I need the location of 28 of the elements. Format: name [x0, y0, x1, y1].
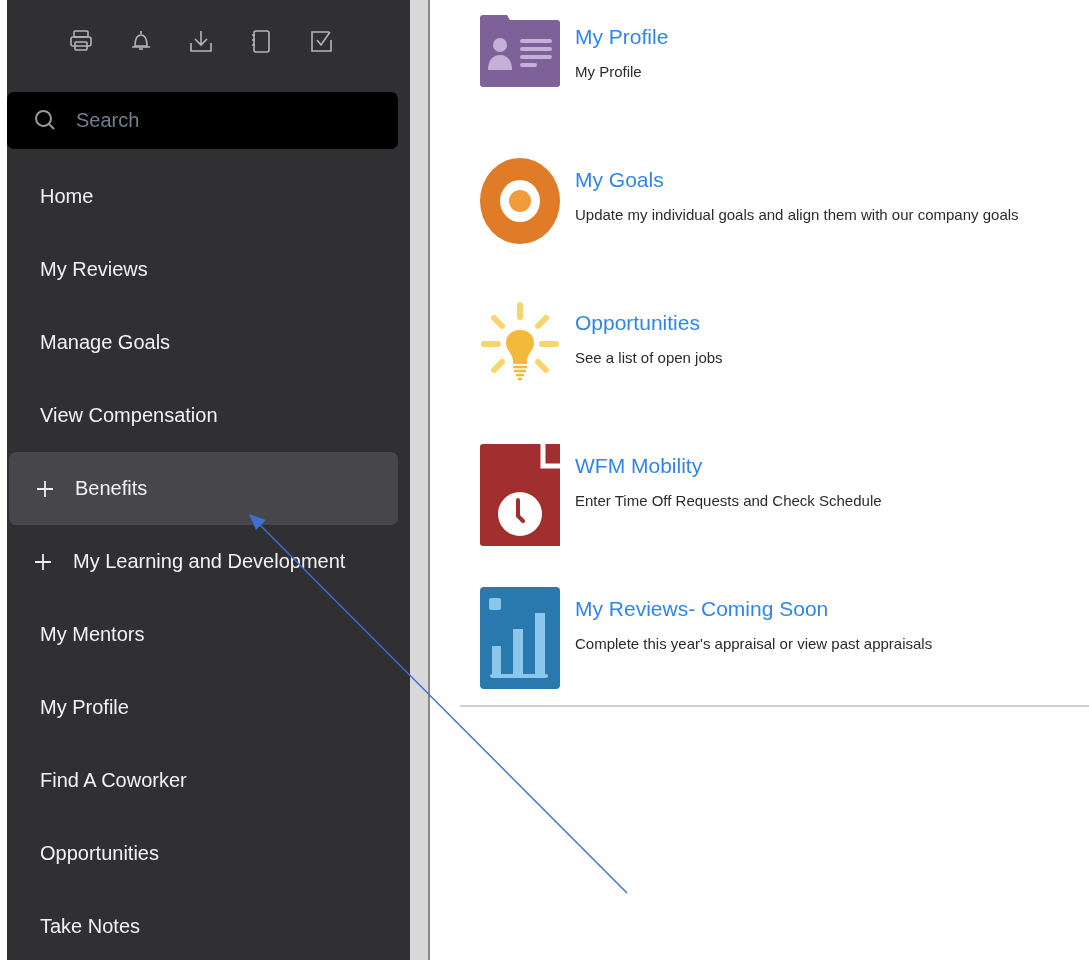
tile-description: Update my individual goals and align them with our company goals — [575, 206, 1019, 223]
clock-document-icon — [480, 444, 560, 546]
sidebar-item[interactable]: My Reviews — [7, 233, 398, 306]
tile-link[interactable]: My Reviews- Coming Soon — [575, 597, 829, 621]
printer-icon[interactable] — [67, 28, 94, 54]
sidebar-item[interactable]: Manage Goals — [7, 306, 398, 379]
tile-description: Complete this year's appraisal or view past appraisals — [575, 635, 933, 652]
search-field[interactable]: Search — [7, 92, 398, 149]
sidebar-item[interactable]: Take Notes — [7, 890, 398, 960]
search-icon — [34, 109, 56, 131]
sidebar-item[interactable]: Opportunities — [7, 817, 398, 890]
tile-link[interactable]: My Goals — [575, 168, 664, 192]
sidebar-item[interactable]: Benefits — [9, 452, 398, 525]
sidebar-item[interactable]: Home — [7, 160, 398, 233]
tile-link[interactable]: Opportunities — [575, 311, 700, 335]
sidebar-item[interactable]: Find A Coworker — [7, 744, 398, 817]
tile-description: See a list of open jobs — [575, 349, 723, 366]
sidebar-item[interactable]: View Compensation — [7, 379, 398, 452]
tile-link[interactable]: My Profile — [575, 25, 669, 49]
target-icon — [480, 158, 560, 244]
tile-description: Enter Time Off Requests and Check Schedule — [575, 492, 882, 509]
tile-description: My Profile — [575, 63, 643, 80]
tile-link[interactable]: WFM Mobility — [575, 454, 703, 478]
bar-chart-icon — [480, 587, 560, 689]
profile-card-icon — [480, 15, 560, 87]
sidebar-item[interactable]: My Profile — [7, 671, 398, 744]
download-icon[interactable] — [187, 28, 214, 54]
sidebar-item[interactable]: My Mentors — [7, 598, 398, 671]
